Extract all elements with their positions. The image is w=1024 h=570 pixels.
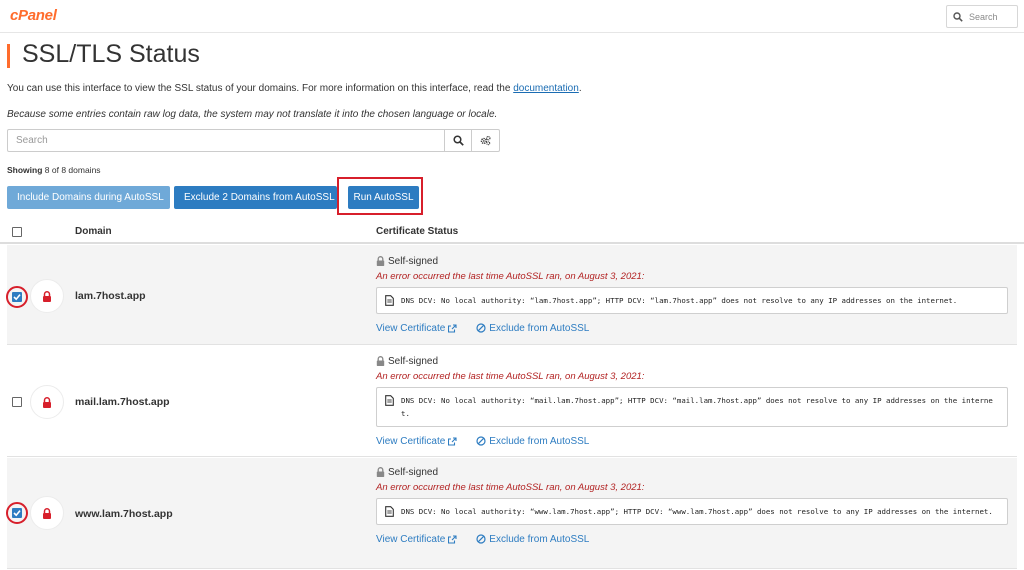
ban-icon — [476, 534, 486, 544]
cpanel-logo[interactable]: cPanel — [10, 7, 57, 24]
intro-text: You can use this interface to view the S… — [7, 83, 582, 94]
ban-icon — [476, 323, 486, 333]
autossl-error: An error occurred the last time AutoSSL … — [376, 371, 645, 382]
showing-count: Showing 8 of 8 domains — [7, 165, 101, 175]
ban-icon — [476, 436, 486, 446]
row-checkbox[interactable] — [12, 508, 22, 518]
exclude-from-autossl-label: Exclude from AutoSSL — [489, 533, 590, 545]
lock-icon — [376, 467, 385, 477]
row-actions: View Certificate Exclude from AutoSSL — [376, 532, 1008, 546]
self-signed-status: Self-signed — [376, 354, 1008, 368]
domain-filter: Search — [7, 129, 500, 152]
lock-status-badge — [30, 496, 64, 530]
domain-name: lam.7host.app — [75, 290, 146, 302]
row-actions: View Certificate Exclude from AutoSSL — [376, 434, 1008, 448]
exclude-from-autossl-label: Exclude from AutoSSL — [489, 322, 590, 334]
domain-search-input[interactable]: Search — [7, 129, 445, 152]
error-log-text: DNS DCV: No local authority: “lam.7host.… — [401, 296, 958, 305]
lock-icon — [376, 356, 385, 366]
settings-button[interactable] — [472, 129, 500, 152]
view-certificate-label: View Certificate — [376, 435, 446, 447]
external-link-icon — [448, 534, 457, 544]
error-log-text: DNS DCV: No local authority: “www.lam.7h… — [401, 507, 993, 516]
highlight-box — [337, 177, 423, 215]
intro-text-body: You can use this interface to view the S… — [7, 83, 514, 94]
view-certificate-link[interactable]: View Certificate — [376, 534, 457, 545]
row-actions: View Certificate Exclude from AutoSSL — [376, 321, 1008, 335]
status-text: Self-signed — [388, 466, 439, 478]
search-button[interactable] — [445, 129, 472, 152]
certificate-status: Self-signed An error occurred the last t… — [376, 354, 1008, 448]
view-certificate-link[interactable]: View Certificate — [376, 436, 457, 447]
lock-icon — [376, 256, 385, 266]
domain-name: mail.lam.7host.app — [75, 396, 170, 408]
exclude-domains-button[interactable]: Exclude 2 Domains from AutoSSL — [174, 186, 337, 209]
table-row: lam.7host.app Self-signed An error occur… — [6, 245, 1017, 345]
table-header: Domain Certificate Status — [0, 222, 1024, 244]
column-header-domain[interactable]: Domain — [75, 226, 112, 237]
global-search-input[interactable]: Search — [946, 5, 1018, 28]
certificate-status: Self-signed An error occurred the last t… — [376, 465, 1008, 546]
checkmark-icon — [13, 294, 21, 301]
lock-status-badge — [30, 385, 64, 419]
raw-log-note: Because some entries contain raw log dat… — [7, 109, 498, 120]
lock-icon — [43, 290, 51, 302]
select-all-checkbox[interactable] — [12, 227, 22, 237]
page-title: SSL/TLS Status — [22, 40, 200, 68]
autossl-error: An error occurred the last time AutoSSL … — [376, 271, 645, 282]
documentation-link[interactable]: documentation — [513, 83, 579, 94]
certificate-status: Self-signed An error occurred the last t… — [376, 254, 1008, 335]
search-icon — [452, 135, 464, 146]
gears-icon — [480, 135, 491, 146]
view-certificate-label: View Certificate — [376, 322, 446, 334]
row-checkbox[interactable] — [12, 292, 22, 302]
self-signed-status: Self-signed — [376, 254, 1008, 268]
global-search-placeholder: Search — [969, 11, 998, 22]
self-signed-status: Self-signed — [376, 465, 1008, 479]
view-certificate-link[interactable]: View Certificate — [376, 323, 457, 334]
document-icon — [385, 395, 394, 406]
view-certificate-label: View Certificate — [376, 533, 446, 545]
showing-text: 8 of 8 domains — [42, 165, 101, 175]
exclude-from-autossl-link[interactable]: Exclude from AutoSSL — [476, 436, 589, 447]
document-icon — [385, 506, 394, 517]
autossl-error: An error occurred the last time AutoSSL … — [376, 482, 645, 493]
top-bar: cPanel Search — [0, 0, 1024, 33]
table-row: www.lam.7host.app Self-signed An error o… — [6, 458, 1017, 569]
checkmark-icon — [13, 510, 21, 517]
exclude-from-autossl-link[interactable]: Exclude from AutoSSL — [476, 534, 589, 545]
include-domains-button[interactable]: Include Domains during AutoSSL — [7, 186, 170, 209]
column-header-certificate-status[interactable]: Certificate Status — [376, 226, 458, 237]
status-text: Self-signed — [388, 255, 439, 267]
external-link-icon — [448, 323, 457, 333]
error-log: DNS DCV: No local authority: “www.lam.7h… — [376, 498, 1008, 525]
intro-text-end: . — [578, 83, 582, 94]
search-icon — [953, 11, 963, 22]
lock-icon — [43, 507, 51, 519]
domain-name: www.lam.7host.app — [75, 508, 173, 520]
showing-label: Showing — [7, 165, 43, 175]
row-checkbox[interactable] — [12, 397, 22, 407]
error-log-text: DNS DCV: No local authority: “mail.lam.7… — [401, 396, 993, 418]
error-log: DNS DCV: No local authority: “lam.7host.… — [376, 287, 1008, 314]
error-log: DNS DCV: No local authority: “mail.lam.7… — [376, 387, 1008, 427]
table-row: mail.lam.7host.app Self-signed An error … — [7, 346, 1017, 457]
exclude-from-autossl-link[interactable]: Exclude from AutoSSL — [476, 323, 589, 334]
title-accent-bar — [7, 44, 10, 68]
lock-icon — [43, 396, 51, 408]
lock-status-badge — [30, 279, 64, 313]
document-icon — [385, 295, 394, 306]
external-link-icon — [448, 436, 457, 446]
status-text: Self-signed — [388, 355, 439, 367]
exclude-from-autossl-label: Exclude from AutoSSL — [489, 435, 590, 447]
